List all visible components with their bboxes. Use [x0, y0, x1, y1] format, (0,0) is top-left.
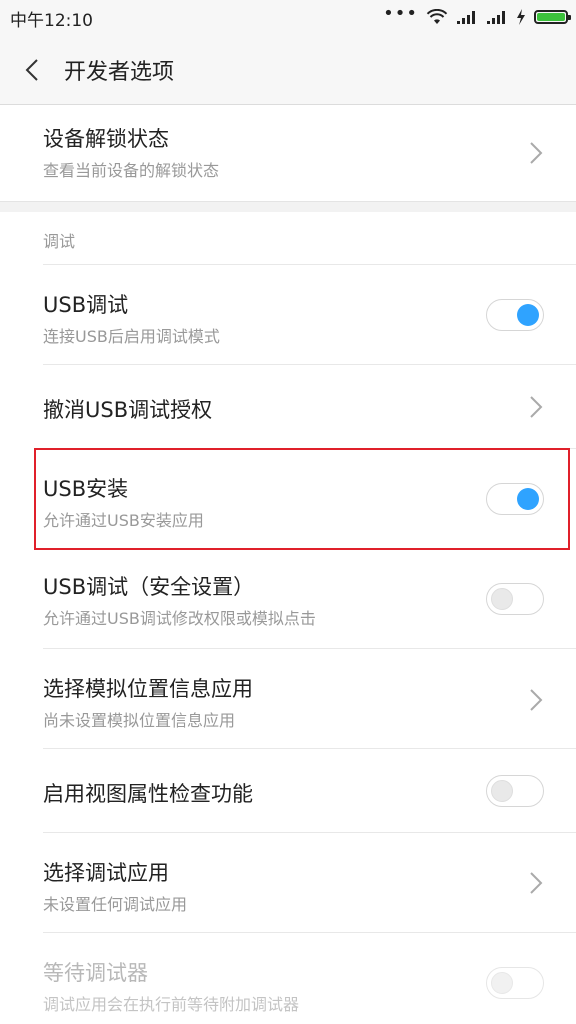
section-label: 调试: [43, 232, 76, 251]
wait-debugger-item: 等待调试器 调试应用会在执行前等待附加调试器: [0, 933, 576, 1024]
chevron-right-icon: [530, 689, 543, 711]
toggle-knob: [491, 780, 513, 802]
debug-app-item[interactable]: 选择调试应用 未设置任何调试应用: [0, 833, 576, 933]
chevron-right-icon: [530, 396, 543, 418]
status-bar: 中午12:10 •••: [0, 0, 576, 34]
toggle-knob: [491, 588, 513, 610]
battery-icon: [534, 10, 571, 24]
mock-location-item[interactable]: 选择模拟位置信息应用 尚未设置模拟位置信息应用: [0, 649, 576, 749]
device-unlock-title: 设备解锁状态: [43, 127, 169, 151]
usb-debug-security-title: USB调试（安全设置）: [43, 575, 255, 599]
more-dots-icon: •••: [383, 3, 418, 24]
battery-level: [537, 13, 565, 21]
highlight-box: [34, 448, 570, 550]
toggle-knob: [517, 304, 539, 326]
debug-section-header: 调试: [0, 212, 576, 265]
back-button[interactable]: [10, 48, 54, 92]
unlock-section: 设备解锁状态 查看当前设备的解锁状态: [0, 105, 576, 201]
wait-debugger-title: 等待调试器: [43, 961, 148, 985]
signal-icon: [457, 11, 475, 24]
usb-debug-title: USB调试: [43, 293, 129, 317]
wait-debugger-subtitle: 调试应用会在执行前等待附加调试器: [43, 995, 300, 1014]
view-attr-inspect-toggle[interactable]: [486, 775, 544, 807]
device-unlock-item[interactable]: 设备解锁状态 查看当前设备的解锁状态: [0, 105, 576, 201]
chevron-right-icon: [530, 142, 543, 164]
usb-debug-security-item[interactable]: USB调试（安全设置） 允许通过USB调试修改权限或模拟点击: [0, 549, 576, 649]
usb-debug-item[interactable]: USB调试 连接USB后启用调试模式: [0, 265, 576, 365]
wait-debugger-toggle: [486, 967, 544, 999]
mock-location-subtitle: 尚未设置模拟位置信息应用: [43, 711, 236, 730]
signal-icon-2: [487, 11, 505, 24]
debug-section: 调试 USB调试 连接USB后启用调试模式 撤消USB调试授权 USB安装 允许…: [0, 212, 576, 1024]
toggle-knob: [491, 972, 513, 994]
view-attr-inspect-title: 启用视图属性检查功能: [43, 782, 253, 806]
usb-debug-subtitle: 连接USB后启用调试模式: [43, 327, 220, 346]
app-header: 开发者选项: [0, 34, 576, 105]
debug-app-subtitle: 未设置任何调试应用: [43, 895, 188, 914]
chevron-right-icon: [530, 872, 543, 894]
view-attr-inspect-item[interactable]: 启用视图属性检查功能: [0, 749, 576, 833]
revoke-usb-item[interactable]: 撤消USB调试授权: [0, 365, 576, 449]
charging-bolt-icon: [517, 9, 525, 25]
status-time: 中午12:10: [10, 11, 93, 31]
chevron-left-icon: [25, 59, 38, 81]
debug-app-title: 选择调试应用: [43, 861, 169, 885]
page-title: 开发者选项: [64, 60, 175, 85]
device-unlock-subtitle: 查看当前设备的解锁状态: [43, 161, 220, 180]
status-icons: •••: [383, 3, 571, 27]
usb-debug-security-toggle[interactable]: [486, 583, 544, 615]
mock-location-title: 选择模拟位置信息应用: [43, 677, 253, 701]
usb-debug-security-subtitle: 允许通过USB调试修改权限或模拟点击: [43, 609, 316, 628]
usb-debug-toggle[interactable]: [486, 299, 544, 331]
wifi-icon: [426, 9, 448, 24]
revoke-usb-title: 撤消USB调试授权: [43, 398, 213, 422]
